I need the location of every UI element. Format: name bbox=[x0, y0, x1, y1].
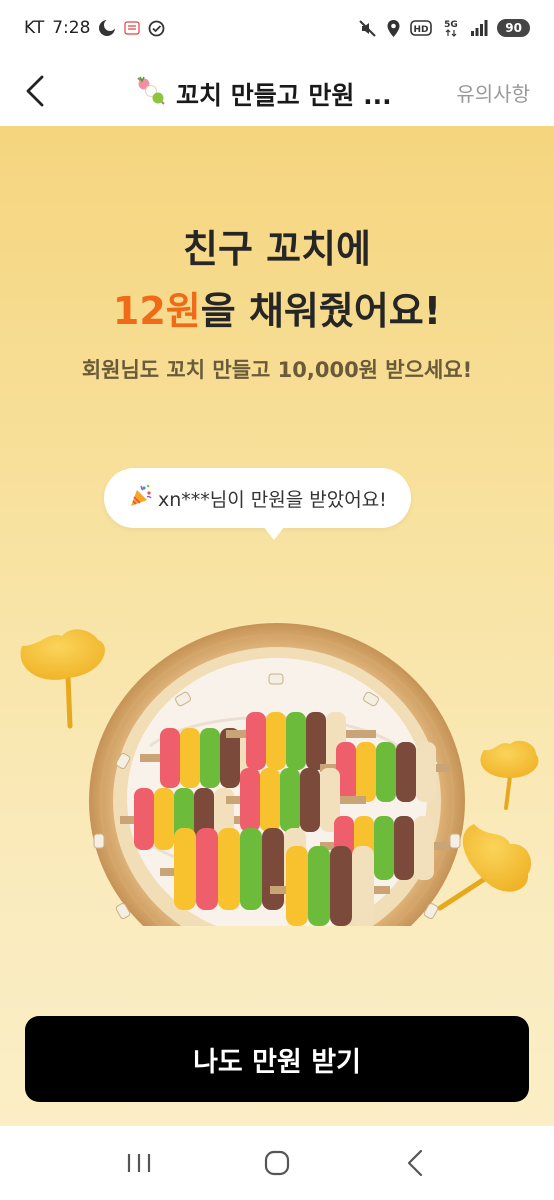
hd-icon: HD bbox=[410, 20, 433, 36]
activity-bubble: xn***님이 만원을 받았어요! bbox=[104, 468, 411, 528]
recent-apps-button[interactable] bbox=[109, 1133, 169, 1193]
headline: 친구 꼬치에 12원을 채워줬어요! bbox=[0, 218, 554, 342]
headline-line-1: 친구 꼬치에 bbox=[182, 227, 372, 271]
svg-text:HD: HD bbox=[414, 25, 429, 35]
subheadline: 회원님도 꼬치 만들고 10,000원 받으세요! bbox=[81, 358, 473, 382]
home-button[interactable] bbox=[247, 1133, 307, 1193]
recent-apps-icon bbox=[127, 1154, 151, 1172]
mute-icon bbox=[358, 19, 377, 38]
skewer-bottom-right bbox=[270, 846, 390, 926]
page-title: 꼬치 만들고 만원 ... bbox=[134, 74, 392, 114]
signal-icon bbox=[470, 19, 488, 37]
main-content: 친구 꼬치에 12원을 채워줬어요! 회원님도 꼬치 만들고 10,000원 받… bbox=[0, 126, 554, 1126]
skewer-icon bbox=[134, 74, 168, 114]
page-title-text: 꼬치 만들고 만원 ... bbox=[176, 81, 392, 110]
ginkgo-leaf-right-small-icon bbox=[480, 740, 539, 810]
clock: 7:28 bbox=[52, 18, 91, 38]
back-arrow-icon bbox=[407, 1149, 423, 1177]
headline-line-2-rest: 을 채워줬어요! bbox=[200, 289, 442, 333]
app-notification-icon bbox=[124, 20, 141, 36]
network-5g-icon: 5G bbox=[441, 18, 461, 38]
get-reward-button[interactable]: 나도 만원 받기 bbox=[25, 1016, 529, 1102]
activity-bubble-text: xn***님이 만원을 받았어요! bbox=[158, 488, 387, 511]
location-icon bbox=[386, 19, 401, 38]
headline-line-2: 12원을 채워줬어요! bbox=[0, 280, 554, 342]
moon-icon bbox=[98, 19, 117, 37]
svg-text:5G: 5G bbox=[444, 20, 458, 30]
check-circle-icon bbox=[148, 20, 165, 37]
chevron-left-icon bbox=[26, 75, 44, 107]
status-bar: KT 7:28 HD 5G 90 bbox=[0, 0, 554, 56]
home-icon bbox=[264, 1150, 290, 1176]
reward-amount: 12원 bbox=[112, 289, 201, 333]
back-button[interactable] bbox=[0, 56, 70, 126]
top-nav-bar: 꼬치 만들고 만원 ... 유의사항 bbox=[0, 56, 554, 126]
notice-link[interactable]: 유의사항 bbox=[456, 78, 530, 107]
system-back-button[interactable] bbox=[385, 1133, 445, 1193]
carrier-label: KT bbox=[24, 18, 45, 38]
battery-indicator: 90 bbox=[497, 19, 530, 37]
skewer-basket-illustration bbox=[20, 623, 539, 926]
party-popper-icon bbox=[128, 483, 154, 514]
ginkgo-leaf-left-icon bbox=[20, 629, 105, 729]
system-navigation-bar bbox=[0, 1126, 554, 1200]
bubble-tail bbox=[263, 526, 285, 540]
